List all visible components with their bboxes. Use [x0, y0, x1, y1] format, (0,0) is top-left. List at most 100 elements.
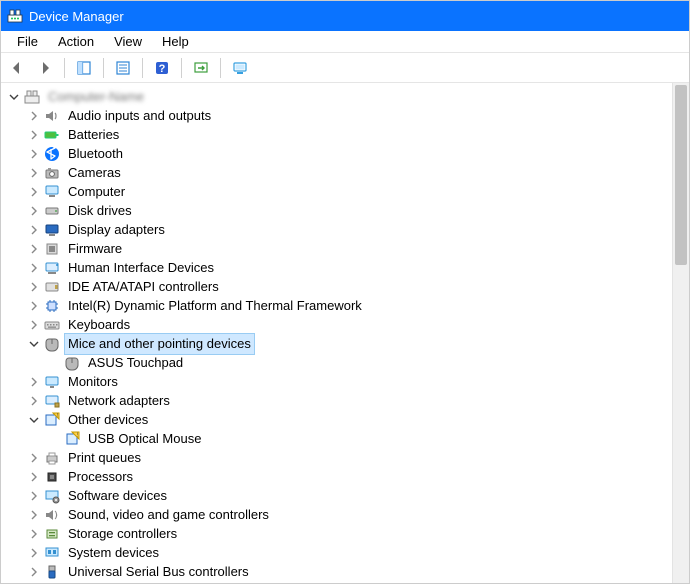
expand-icon[interactable]: [27, 565, 41, 579]
tree-root[interactable]: Computer-Name: [7, 87, 689, 106]
root-icon: [23, 89, 41, 105]
expand-icon[interactable]: [27, 166, 41, 180]
node-label: Computer-Name: [45, 87, 147, 107]
tree-node[interactable]: Display adapters: [7, 220, 689, 239]
node-label: IDE ATA/ATAPI controllers: [65, 277, 222, 297]
sound-icon: [43, 507, 61, 523]
node-label: Universal Serial Bus controllers: [65, 562, 252, 582]
node-label: Network adapters: [65, 391, 173, 411]
scan-button[interactable]: [189, 56, 213, 80]
expand-icon[interactable]: [27, 204, 41, 218]
computer-icon: [43, 184, 61, 200]
device-manager-window: Device Manager File Action View Help ? C…: [0, 0, 690, 584]
expand-icon[interactable]: [27, 375, 41, 389]
node-label: Intel(R) Dynamic Platform and Thermal Fr…: [65, 296, 365, 316]
menu-view[interactable]: View: [104, 32, 152, 51]
expand-icon[interactable]: [27, 223, 41, 237]
tree-node[interactable]: Sound, video and game controllers: [7, 505, 689, 524]
expand-icon[interactable]: [27, 147, 41, 161]
expand-icon[interactable]: [27, 109, 41, 123]
window-title: Device Manager: [29, 9, 124, 24]
properties-button[interactable]: [111, 56, 135, 80]
toolbar: ?: [1, 53, 689, 83]
menubar: File Action View Help: [1, 31, 689, 53]
tree-node[interactable]: Processors: [7, 467, 689, 486]
tree-node[interactable]: System devices: [7, 543, 689, 562]
svg-text:?: ?: [159, 63, 166, 75]
node-label: Storage controllers: [65, 524, 180, 544]
tree-node[interactable]: Network adapters: [7, 391, 689, 410]
titlebar[interactable]: Device Manager: [1, 1, 689, 31]
tree-node[interactable]: !Other devices: [7, 410, 689, 429]
expand-icon[interactable]: [27, 185, 41, 199]
tree-node[interactable]: Universal Serial Bus controllers: [7, 562, 689, 581]
node-label: Print queues: [65, 448, 144, 468]
tree-node[interactable]: Intel(R) Dynamic Platform and Thermal Fr…: [7, 296, 689, 315]
back-button[interactable]: [5, 56, 29, 80]
expand-icon[interactable]: [27, 527, 41, 541]
tree-node[interactable]: Storage controllers: [7, 524, 689, 543]
forward-button[interactable]: [33, 56, 57, 80]
tree-node[interactable]: Print queues: [7, 448, 689, 467]
node-label: Sound, video and game controllers: [65, 505, 272, 525]
tree-pane[interactable]: Computer-NameAudio inputs and outputsBat…: [1, 83, 689, 583]
expand-icon[interactable]: [27, 451, 41, 465]
collapse-icon[interactable]: [27, 413, 41, 427]
tree-node[interactable]: Monitors: [7, 372, 689, 391]
expand-icon[interactable]: [27, 489, 41, 503]
tree-node[interactable]: Human Interface Devices: [7, 258, 689, 277]
tree-node[interactable]: Computer: [7, 182, 689, 201]
expand-icon[interactable]: [27, 470, 41, 484]
node-label: Disk drives: [65, 201, 135, 221]
node-label: Audio inputs and outputs: [65, 106, 214, 126]
expand-icon[interactable]: [27, 546, 41, 560]
expand-icon[interactable]: [27, 242, 41, 256]
toolbar-separator: [142, 58, 143, 78]
bluetooth-icon: [43, 146, 61, 162]
menu-action[interactable]: Action: [48, 32, 104, 51]
node-label: Computer: [65, 182, 128, 202]
other-icon: !: [43, 412, 61, 428]
battery-icon: [43, 127, 61, 143]
add-device-button[interactable]: [228, 56, 252, 80]
node-label: Cameras: [65, 163, 124, 183]
monitor-icon: [43, 374, 61, 390]
expand-icon[interactable]: [27, 280, 41, 294]
menu-file[interactable]: File: [7, 32, 48, 51]
tree-child[interactable]: !USB Optical Mouse: [7, 429, 689, 448]
tree-node[interactable]: Batteries: [7, 125, 689, 144]
tree-node[interactable]: Firmware: [7, 239, 689, 258]
tree-node[interactable]: Bluetooth: [7, 144, 689, 163]
toolbar-separator: [103, 58, 104, 78]
tree-node[interactable]: IDE ATA/ATAPI controllers: [7, 277, 689, 296]
collapse-icon[interactable]: [7, 90, 21, 104]
toolbar-separator: [64, 58, 65, 78]
usb-icon: [43, 564, 61, 580]
printer-icon: [43, 450, 61, 466]
menu-help[interactable]: Help: [152, 32, 199, 51]
tree-child[interactable]: ASUS Touchpad: [7, 353, 689, 372]
tree-node[interactable]: Disk drives: [7, 201, 689, 220]
firmware-icon: [43, 241, 61, 257]
expand-icon[interactable]: [27, 299, 41, 313]
expand-icon[interactable]: [27, 128, 41, 142]
node-label: USB Optical Mouse: [85, 429, 204, 449]
expand-icon[interactable]: [27, 318, 41, 332]
vertical-scrollbar[interactable]: [672, 83, 689, 583]
show-hide-button[interactable]: [72, 56, 96, 80]
expand-icon[interactable]: [27, 261, 41, 275]
expand-icon[interactable]: [27, 394, 41, 408]
node-label: Monitors: [65, 372, 121, 392]
app-icon: [7, 8, 23, 24]
node-label: Display adapters: [65, 220, 168, 240]
scrollbar-thumb[interactable]: [675, 85, 687, 265]
tree-node[interactable]: Audio inputs and outputs: [7, 106, 689, 125]
tree-node[interactable]: Cameras: [7, 163, 689, 182]
help-button[interactable]: ?: [150, 56, 174, 80]
tree-node[interactable]: Software devices: [7, 486, 689, 505]
expand-icon[interactable]: [27, 508, 41, 522]
tree-node[interactable]: Keyboards: [7, 315, 689, 334]
tree-node[interactable]: Mice and other pointing devices: [7, 334, 689, 353]
collapse-icon[interactable]: [27, 337, 41, 351]
node-label: Other devices: [65, 410, 151, 430]
